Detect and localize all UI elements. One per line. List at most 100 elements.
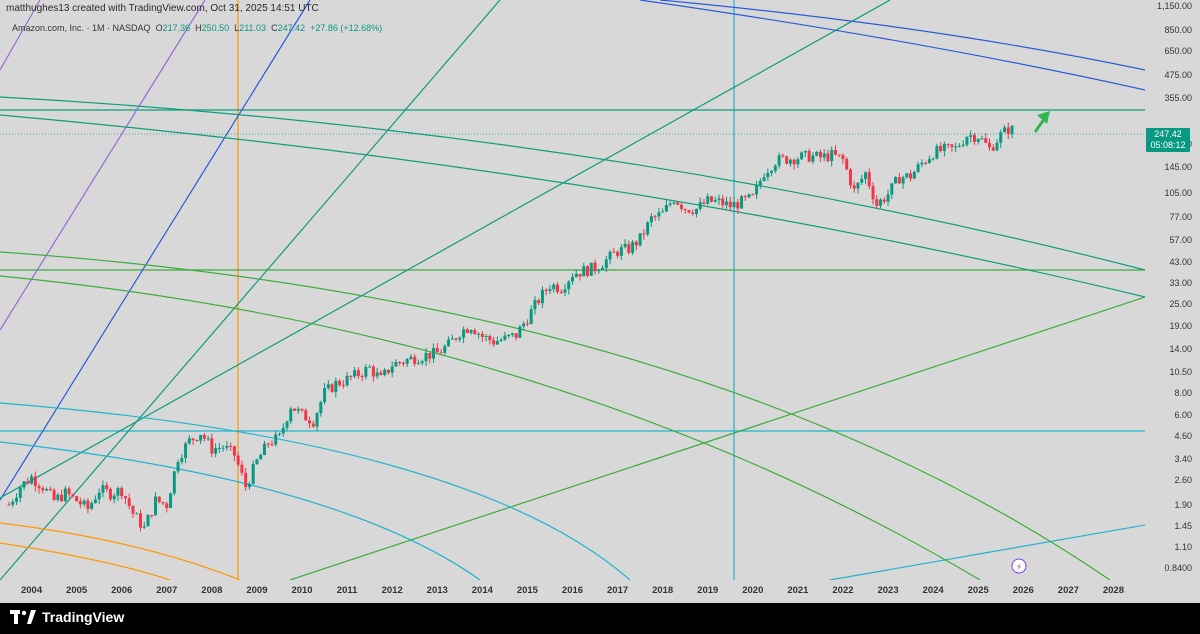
candle-body xyxy=(345,375,349,386)
price-tick-label: 0.8400 xyxy=(1164,563,1192,573)
chart-area[interactable]: ⚡ matthughes13 created with TradingView.… xyxy=(0,0,1200,603)
blue-diagonal-line xyxy=(0,0,311,501)
chart-canvas[interactable]: ⚡ xyxy=(0,0,1145,580)
candle-body xyxy=(480,333,484,337)
replay-icon[interactable]: ⚡ xyxy=(1011,558,1027,574)
candle-body xyxy=(957,145,961,147)
price-tick-label: 6.00 xyxy=(1174,410,1192,421)
candle-body xyxy=(296,408,300,411)
candle-body xyxy=(383,369,387,376)
candle-body xyxy=(807,150,811,162)
candle-body xyxy=(165,503,169,508)
candle-body xyxy=(818,151,822,158)
candle-body xyxy=(67,488,71,495)
time-axis[interactable]: 2004 2005 2006 2007 2008 2009 2010 2011 2012 2013… xyxy=(0,580,1145,603)
symbol-legend[interactable]: Amazon.com, Inc. · 1M · NASDAQ O217.36 H… xyxy=(12,23,382,33)
price-axis[interactable]: 1,150.00850.00650.00475.00355.00195.0014… xyxy=(1145,0,1200,580)
candle-body xyxy=(965,136,969,145)
candle-body xyxy=(920,162,924,165)
candle-body xyxy=(901,177,905,184)
price-tick-label: 475.00 xyxy=(1164,70,1192,81)
candle-body xyxy=(229,445,233,447)
candle-body xyxy=(45,489,49,491)
candle-body xyxy=(991,147,995,151)
candle-body xyxy=(886,194,890,202)
candle-body xyxy=(274,434,278,445)
candle-body xyxy=(826,153,830,162)
candle-body xyxy=(323,388,327,403)
candle-body xyxy=(394,362,398,367)
candle-body xyxy=(879,199,883,206)
candle-body xyxy=(458,337,462,340)
projection-arrow[interactable] xyxy=(1033,111,1050,133)
candle-body xyxy=(462,329,466,338)
candle-body xyxy=(484,335,488,337)
tradingview-logo[interactable]: TradingView xyxy=(10,609,124,625)
candle-body xyxy=(420,361,424,364)
candle-body xyxy=(909,173,913,179)
candle-body xyxy=(338,380,342,386)
tradingview-app: ⚡ matthughes13 created with TradingView.… xyxy=(0,0,1200,634)
candle-body xyxy=(120,487,124,497)
candle-body xyxy=(676,202,680,205)
orange-arc-lower xyxy=(0,542,171,580)
candle-body xyxy=(642,233,646,235)
candle-body xyxy=(7,504,11,506)
time-tick-label: 2016 xyxy=(561,585,584,596)
candle-body xyxy=(785,156,789,164)
candle-body xyxy=(112,495,116,500)
green-arc-upper xyxy=(0,251,1111,580)
price-tick-label: 4.60 xyxy=(1174,430,1192,441)
candle-body xyxy=(811,155,815,162)
candle-body xyxy=(717,198,721,201)
candle-body xyxy=(435,347,439,353)
candle-body xyxy=(800,152,804,160)
candle-body xyxy=(770,170,774,173)
candle-body xyxy=(548,289,552,291)
candle-body xyxy=(214,447,218,454)
candle-body xyxy=(232,446,236,456)
time-tick-label: 2010 xyxy=(291,585,313,596)
teal-diagonal-steep xyxy=(0,0,501,580)
candle-body xyxy=(386,369,390,373)
price-tick-label: 3.40 xyxy=(1174,454,1192,465)
candle-body xyxy=(845,158,849,170)
candle-body xyxy=(924,162,928,164)
candle-body xyxy=(108,488,112,500)
drawing-tools: ⚡ xyxy=(0,0,1145,580)
time-tick-label: 2028 xyxy=(1102,585,1125,596)
candle-body xyxy=(709,196,713,202)
candle-body xyxy=(864,172,868,180)
candle-body xyxy=(954,146,958,148)
candle-body xyxy=(604,259,608,268)
candle-body xyxy=(52,490,56,500)
candle-body xyxy=(563,289,567,293)
candle-body xyxy=(905,173,909,178)
candle-body xyxy=(931,158,935,160)
time-tick-label: 2027 xyxy=(1057,585,1079,596)
candle-body xyxy=(251,464,255,484)
candle-body xyxy=(995,142,999,151)
candle-body xyxy=(537,300,541,304)
candle-body xyxy=(747,194,751,198)
candle-body xyxy=(589,262,593,276)
time-tick-label: 2025 xyxy=(967,585,989,596)
candle-body xyxy=(150,515,154,517)
blue-arc-lower xyxy=(639,0,1145,91)
green-diagonal-rising xyxy=(289,296,1145,580)
high-value: 250.50 xyxy=(201,23,230,33)
candle-body xyxy=(375,372,379,377)
candle-body xyxy=(469,330,473,333)
candle-body xyxy=(349,375,353,377)
candle-body xyxy=(240,464,244,473)
candle-body xyxy=(439,352,443,354)
candle-body xyxy=(578,273,582,277)
candle-body xyxy=(897,177,901,184)
footer-bar: TradingView xyxy=(0,603,1200,634)
time-tick-label: 2013 xyxy=(426,585,448,596)
candle-body xyxy=(912,171,916,179)
candle-body xyxy=(848,169,852,186)
svg-text:⚡: ⚡ xyxy=(1016,563,1022,573)
candle-body xyxy=(277,433,281,435)
price-tick-label: 25.00 xyxy=(1169,299,1192,310)
